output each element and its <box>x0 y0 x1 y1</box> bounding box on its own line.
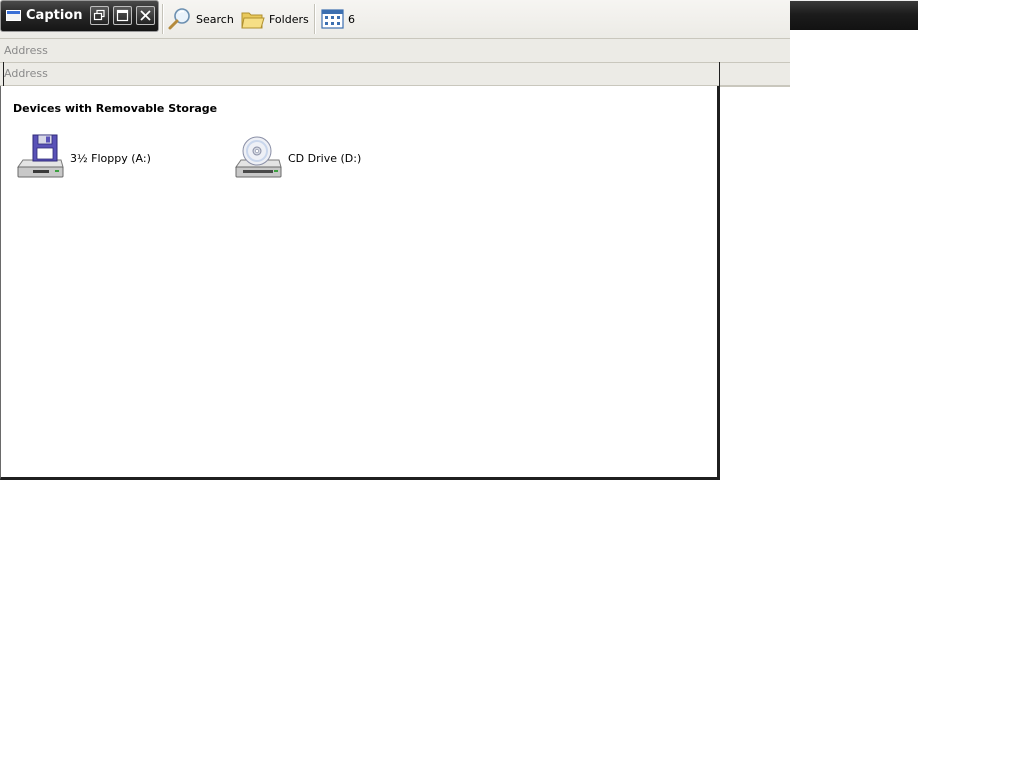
device-label: CD Drive (D:) <box>288 151 362 165</box>
window-title: Caption <box>26 8 83 23</box>
background-window-strip <box>790 0 918 30</box>
restore-icon <box>93 9 105 21</box>
address-bar[interactable]: Address <box>0 39 790 63</box>
explorer-content-pane: Devices with Removable Storage 3½ Floppy… <box>0 62 720 480</box>
search-button[interactable]: Search <box>167 6 234 32</box>
address-bar[interactable]: Address <box>0 63 790 87</box>
address-label: Address <box>4 44 48 57</box>
search-label: Search <box>196 12 234 26</box>
floppy-drive-icon <box>17 134 64 178</box>
views-button[interactable]: 6 <box>321 6 355 32</box>
toolbar: Caption Search Folders 6 <box>0 0 790 39</box>
toolbar-separator <box>162 4 163 34</box>
cd-drive-icon <box>235 136 282 178</box>
close-icon <box>140 10 151 21</box>
device-label: 3½ Floppy (A:) <box>70 151 151 165</box>
window-icon <box>6 10 21 21</box>
close-button[interactable] <box>136 6 155 25</box>
views-label: 6 <box>348 12 355 26</box>
toolbar-separator <box>314 4 315 34</box>
search-icon <box>168 8 190 30</box>
views-icon <box>321 9 344 29</box>
address-label: Address <box>4 67 48 80</box>
folders-button[interactable]: Folders <box>240 6 309 32</box>
group-header: Devices with Removable Storage <box>13 102 218 115</box>
maximize-icon <box>116 9 129 22</box>
folders-label: Folders <box>269 12 309 26</box>
caption-bar[interactable]: Caption <box>0 0 159 32</box>
restore-button[interactable] <box>90 6 109 25</box>
folder-icon <box>241 12 265 29</box>
maximize-button[interactable] <box>113 6 132 25</box>
device-item-cd[interactable]: CD Drive (D:) <box>233 133 361 183</box>
device-item-floppy[interactable]: 3½ Floppy (A:) <box>15 133 151 183</box>
